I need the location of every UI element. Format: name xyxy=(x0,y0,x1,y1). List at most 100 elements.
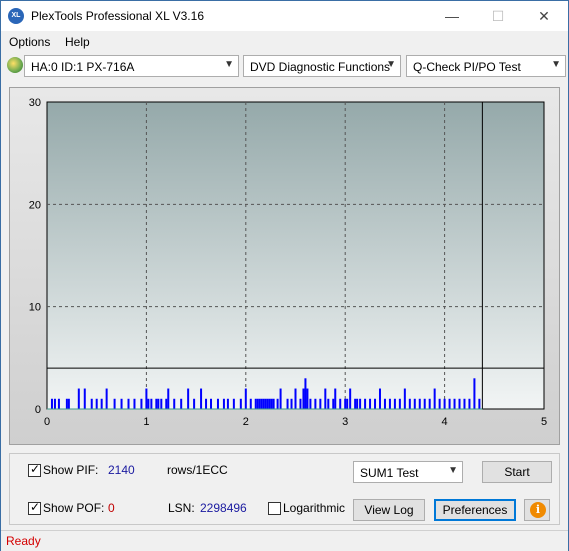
pif-bar xyxy=(418,398,421,409)
pif-bar xyxy=(378,388,381,409)
plot-area xyxy=(46,101,545,410)
pif-bar xyxy=(279,388,282,409)
pif-bar xyxy=(150,398,153,409)
drive-select[interactable]: HA:0 ID:1 PX-716A ▼ xyxy=(24,55,239,77)
x-tick-label: 4 xyxy=(442,416,448,428)
pif-bar xyxy=(258,398,261,409)
pif-bar xyxy=(180,398,183,409)
minimize-button[interactable]: — xyxy=(429,1,475,31)
pif-bar xyxy=(187,388,190,409)
pif-bar xyxy=(339,398,342,409)
pif-bar xyxy=(270,398,273,409)
pif-bar xyxy=(77,388,80,409)
show-pof-label: Show POF: xyxy=(43,501,105,515)
pif-bar xyxy=(90,398,93,409)
pif-bar xyxy=(332,398,335,409)
pif-bar xyxy=(232,398,235,409)
menu-help[interactable]: Help xyxy=(65,35,90,49)
pif-bar xyxy=(105,388,108,409)
pif-bar xyxy=(67,398,70,409)
x-tick-label: 1 xyxy=(143,416,149,428)
pif-bar xyxy=(57,398,60,409)
window-title: PlexTools Professional XL V3.16 xyxy=(31,9,204,23)
show-pif-label: Show PIF: xyxy=(43,463,99,477)
pif-bar xyxy=(383,398,386,409)
pif-bar xyxy=(294,388,297,409)
chevron-down-icon: ▼ xyxy=(551,59,561,70)
pif-bar xyxy=(167,388,170,409)
app-window: XL PlexTools Professional XL V3.16 — ☐ ✕… xyxy=(0,0,569,551)
pif-bar xyxy=(147,398,150,409)
pif-bar xyxy=(262,398,265,409)
function-select[interactable]: DVD Diagnostic Functions ▼ xyxy=(243,55,401,77)
view-log-button[interactable]: View Log xyxy=(353,499,425,521)
pif-bar xyxy=(200,388,203,409)
sum-test-select[interactable]: SUM1 Test ▼ xyxy=(353,461,463,483)
pif-bar xyxy=(226,398,229,409)
pif-bar xyxy=(423,398,426,409)
pif-bar xyxy=(133,398,136,409)
show-pof-checkbox[interactable] xyxy=(28,500,41,515)
start-button[interactable]: Start xyxy=(482,461,552,483)
pif-bar xyxy=(354,398,357,409)
app-logo-icon: XL xyxy=(8,8,24,24)
pif-bar xyxy=(478,398,481,409)
info-button[interactable]: i xyxy=(524,499,550,521)
info-icon: i xyxy=(530,502,546,518)
test-select-value: Q-Check PI/PO Test xyxy=(413,60,521,74)
pif-bar xyxy=(314,398,317,409)
preferences-button[interactable]: Preferences xyxy=(434,499,516,521)
status-text: Ready xyxy=(6,534,41,548)
pif-bar xyxy=(127,398,130,409)
pif-bar xyxy=(210,398,213,409)
pif-bar xyxy=(309,398,312,409)
logarithmic-label: Logarithmic xyxy=(283,501,346,515)
pif-bar xyxy=(463,398,466,409)
pif-bar xyxy=(222,398,225,409)
controls-panel: Show PIF: 2140 rows/1ECC SUM1 Test ▼ Sta… xyxy=(9,453,560,525)
pif-bar xyxy=(155,398,158,409)
menu-options[interactable]: Options xyxy=(9,35,50,49)
pif-bar xyxy=(393,398,396,409)
pif-bar xyxy=(327,398,330,409)
pif-bar xyxy=(256,398,259,409)
close-button[interactable]: ✕ xyxy=(521,1,567,31)
pif-bar xyxy=(302,388,305,409)
pif-bar xyxy=(473,378,476,409)
pif-bar xyxy=(374,398,377,409)
pif-bar xyxy=(254,398,257,409)
sum-test-value: SUM1 Test xyxy=(360,466,419,480)
pif-bar xyxy=(468,398,471,409)
pif-bar xyxy=(120,398,123,409)
pif-bar xyxy=(113,398,116,409)
y-tick-label: 10 xyxy=(29,302,41,314)
show-pif-checkbox[interactable] xyxy=(28,462,41,477)
pif-bar xyxy=(95,398,98,409)
pif-bar xyxy=(157,398,160,409)
chevron-down-icon: ▼ xyxy=(386,59,396,70)
pif-bar xyxy=(260,398,263,409)
pif-bar xyxy=(239,398,242,409)
pif-bar xyxy=(193,398,196,409)
pif-bar xyxy=(408,398,411,409)
x-tick-label: 0 xyxy=(44,416,50,428)
pif-bar xyxy=(216,398,219,409)
test-select[interactable]: Q-Check PI/PO Test ▼ xyxy=(406,55,566,77)
logarithmic-checkbox[interactable] xyxy=(268,502,281,515)
maximize-button[interactable]: ☐ xyxy=(475,1,521,31)
pif-bar xyxy=(398,398,401,409)
pif-bar xyxy=(173,398,176,409)
pif-bar xyxy=(290,398,293,409)
pif-bar xyxy=(264,398,267,409)
pif-bar xyxy=(319,398,322,409)
pif-bar xyxy=(304,378,307,409)
pif-bar xyxy=(448,398,451,409)
pif-bar xyxy=(286,398,289,409)
x-tick-label: 3 xyxy=(342,416,348,428)
pif-bar xyxy=(50,398,53,409)
pif-bar xyxy=(249,398,252,409)
pif-bar xyxy=(53,398,56,409)
pi-po-chart: 0 1 2 3 4 5 0 10 20 30 xyxy=(29,97,547,428)
pif-bar xyxy=(268,398,271,409)
pif-bar xyxy=(306,388,309,409)
